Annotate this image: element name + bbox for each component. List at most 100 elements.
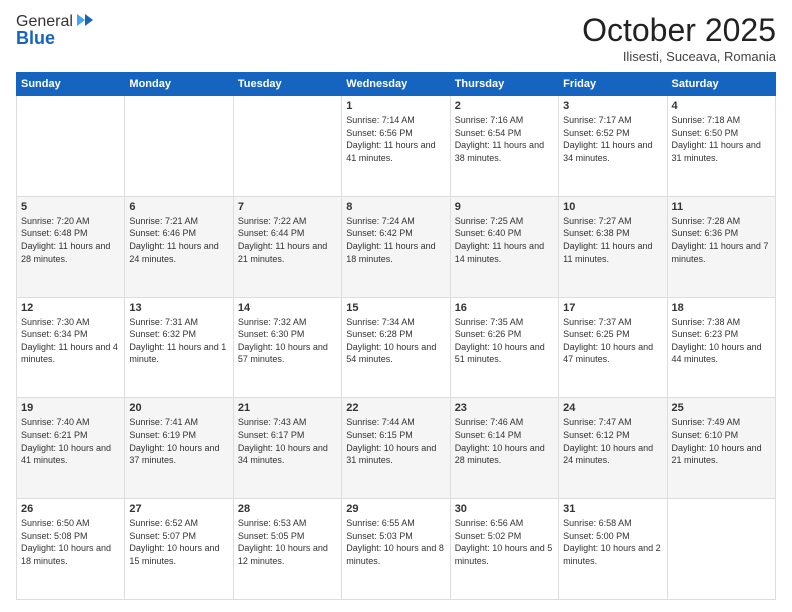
calendar-table: SundayMondayTuesdayWednesdayThursdayFrid…: [16, 72, 776, 600]
day-info: Sunrise: 7:30 AM Sunset: 6:34 PM Dayligh…: [21, 316, 120, 366]
day-number: 4: [672, 100, 771, 112]
calendar-cell: 9Sunrise: 7:25 AM Sunset: 6:40 PM Daylig…: [450, 196, 558, 297]
calendar-cell: 7Sunrise: 7:22 AM Sunset: 6:44 PM Daylig…: [233, 196, 341, 297]
day-info: Sunrise: 7:18 AM Sunset: 6:50 PM Dayligh…: [672, 114, 771, 164]
day-info: Sunrise: 7:35 AM Sunset: 6:26 PM Dayligh…: [455, 316, 554, 366]
calendar-cell: 5 Sunrise: 7:20 AM Sunset: 6:48 PM Daylig…: [17, 196, 125, 297]
day-number: 27: [129, 503, 228, 515]
day-info: Sunrise: 7:27 AM Sunset: 6:38 PM Dayligh…: [563, 215, 662, 265]
calendar-cell: 27 Sunrise: 6:52 AM Sunset: 5:07 PM Dayli…: [125, 499, 233, 600]
day-info: Sunrise: 7:37 AM Sunset: 6:25 PM Dayligh…: [563, 316, 662, 366]
day-info: Sunrise: 7:20 AM Sunset: 6:48 PM Dayligh…: [21, 215, 120, 265]
day-number: 19: [21, 402, 120, 414]
day-info: Sunrise: 7:47 AM Sunset: 6:12 PM Dayligh…: [563, 416, 662, 466]
title-area: October 2025 Ilisesti, Suceava, Romania: [582, 12, 776, 64]
calendar-week-row: 12 Sunrise: 7:30 AM Sunset: 6:34 PM Dayli…: [17, 297, 776, 398]
calendar-cell: 19 Sunrise: 7:40 AM Sunset: 6:21 PM Dayli…: [17, 398, 125, 499]
day-number: 13: [129, 302, 228, 314]
day-info: Sunrise: 7:44 AM Sunset: 6:15 PM Dayligh…: [346, 416, 445, 466]
day-number: 31: [563, 503, 662, 515]
calendar-cell: 20 Sunrise: 7:41 AM Sunset: 6:19 PM Dayli…: [125, 398, 233, 499]
day-number: 21: [238, 402, 337, 414]
day-info: Sunrise: 7:17 AM Sunset: 6:52 PM Dayligh…: [563, 114, 662, 164]
day-info: Sunrise: 7:32 AM Sunset: 6:30 PM Dayligh…: [238, 316, 337, 366]
calendar-cell: 23 Sunrise: 7:46 AM Sunset: 6:14 PM Dayli…: [450, 398, 558, 499]
day-number: 20: [129, 402, 228, 414]
day-info: Sunrise: 7:24 AM Sunset: 6:42 PM Dayligh…: [346, 215, 445, 265]
day-number: 9: [455, 201, 554, 213]
calendar-cell: 26 Sunrise: 6:50 AM Sunset: 5:08 PM Dayli…: [17, 499, 125, 600]
day-info: Sunrise: 6:56 AM Sunset: 5:02 PM Dayligh…: [455, 517, 554, 567]
day-number: 7: [238, 201, 337, 213]
day-info: Sunrise: 7:46 AM Sunset: 6:14 PM Dayligh…: [455, 416, 554, 466]
day-number: 25: [672, 402, 771, 414]
day-info: Sunrise: 7:40 AM Sunset: 6:21 PM Dayligh…: [21, 416, 120, 466]
calendar-cell: 6Sunrise: 7:21 AM Sunset: 6:46 PM Daylig…: [125, 196, 233, 297]
calendar-week-row: 19 Sunrise: 7:40 AM Sunset: 6:21 PM Dayli…: [17, 398, 776, 499]
day-info: Sunrise: 6:55 AM Sunset: 5:03 PM Dayligh…: [346, 517, 445, 567]
calendar-cell: 22 Sunrise: 7:44 AM Sunset: 6:15 PM Dayli…: [342, 398, 450, 499]
calendar-cell: 31Sunrise: 6:58 AM Sunset: 5:00 PM Dayli…: [559, 499, 667, 600]
day-number: 30: [455, 503, 554, 515]
calendar-cell: 12 Sunrise: 7:30 AM Sunset: 6:34 PM Dayli…: [17, 297, 125, 398]
calendar-cell: 18 Sunrise: 7:38 AM Sunset: 6:23 PM Dayli…: [667, 297, 775, 398]
weekday-header: Wednesday: [342, 73, 450, 96]
calendar-cell: 8 Sunrise: 7:24 AM Sunset: 6:42 PM Daylig…: [342, 196, 450, 297]
day-number: 23: [455, 402, 554, 414]
day-info: Sunrise: 7:41 AM Sunset: 6:19 PM Dayligh…: [129, 416, 228, 466]
calendar-cell: 3 Sunrise: 7:17 AM Sunset: 6:52 PM Daylig…: [559, 96, 667, 197]
calendar-cell: 29Sunrise: 6:55 AM Sunset: 5:03 PM Dayli…: [342, 499, 450, 600]
weekday-header: Friday: [559, 73, 667, 96]
calendar-cell: 15 Sunrise: 7:34 AM Sunset: 6:28 PM Dayli…: [342, 297, 450, 398]
day-number: 8: [346, 201, 445, 213]
weekday-header: Sunday: [17, 73, 125, 96]
calendar-cell: [17, 96, 125, 197]
calendar-cell: 17 Sunrise: 7:37 AM Sunset: 6:25 PM Dayli…: [559, 297, 667, 398]
calendar-week-row: 26 Sunrise: 6:50 AM Sunset: 5:08 PM Dayli…: [17, 499, 776, 600]
day-info: Sunrise: 7:34 AM Sunset: 6:28 PM Dayligh…: [346, 316, 445, 366]
day-info: Sunrise: 6:53 AM Sunset: 5:05 PM Dayligh…: [238, 517, 337, 567]
day-number: 15: [346, 302, 445, 314]
calendar-cell: 11 Sunrise: 7:28 AM Sunset: 6:36 PM Dayli…: [667, 196, 775, 297]
day-number: 26: [21, 503, 120, 515]
day-number: 14: [238, 302, 337, 314]
calendar-week-row: 1 Sunrise: 7:14 AM Sunset: 6:56 PM Daylig…: [17, 96, 776, 197]
day-number: 24: [563, 402, 662, 414]
day-number: 1: [346, 100, 445, 112]
weekday-header: Tuesday: [233, 73, 341, 96]
day-number: 11: [672, 201, 771, 213]
calendar-cell: 30 Sunrise: 6:56 AM Sunset: 5:02 PM Dayli…: [450, 499, 558, 600]
calendar-cell: [233, 96, 341, 197]
day-number: 5: [21, 201, 120, 213]
calendar-cell: 25Sunrise: 7:49 AM Sunset: 6:10 PM Dayli…: [667, 398, 775, 499]
calendar-cell: [667, 499, 775, 600]
day-info: Sunrise: 7:14 AM Sunset: 6:56 PM Dayligh…: [346, 114, 445, 164]
logo: General Blue: [16, 12, 95, 49]
calendar-cell: 24 Sunrise: 7:47 AM Sunset: 6:12 PM Dayli…: [559, 398, 667, 499]
day-number: 22: [346, 402, 445, 414]
day-info: Sunrise: 7:28 AM Sunset: 6:36 PM Dayligh…: [672, 215, 771, 265]
calendar-cell: 14 Sunrise: 7:32 AM Sunset: 6:30 PM Dayli…: [233, 297, 341, 398]
logo-flag-icon: [75, 12, 95, 32]
day-number: 17: [563, 302, 662, 314]
day-info: Sunrise: 7:43 AM Sunset: 6:17 PM Dayligh…: [238, 416, 337, 466]
calendar-cell: 16Sunrise: 7:35 AM Sunset: 6:26 PM Dayli…: [450, 297, 558, 398]
calendar-cell: 1 Sunrise: 7:14 AM Sunset: 6:56 PM Daylig…: [342, 96, 450, 197]
day-number: 10: [563, 201, 662, 213]
day-info: Sunrise: 7:38 AM Sunset: 6:23 PM Dayligh…: [672, 316, 771, 366]
day-number: 12: [21, 302, 120, 314]
day-info: Sunrise: 6:52 AM Sunset: 5:07 PM Dayligh…: [129, 517, 228, 567]
calendar-cell: 21 Sunrise: 7:43 AM Sunset: 6:17 PM Dayli…: [233, 398, 341, 499]
page: General Blue October 2025 Ilisesti, Suce…: [0, 0, 792, 612]
day-number: 18: [672, 302, 771, 314]
day-info: Sunrise: 7:16 AM Sunset: 6:54 PM Dayligh…: [455, 114, 554, 164]
day-number: 2: [455, 100, 554, 112]
day-number: 3: [563, 100, 662, 112]
day-info: Sunrise: 7:31 AM Sunset: 6:32 PM Dayligh…: [129, 316, 228, 366]
calendar-cell: 13 Sunrise: 7:31 AM Sunset: 6:32 PM Dayli…: [125, 297, 233, 398]
weekday-header-row: SundayMondayTuesdayWednesdayThursdayFrid…: [17, 73, 776, 96]
calendar-cell: 10 Sunrise: 7:27 AM Sunset: 6:38 PM Dayli…: [559, 196, 667, 297]
header: General Blue October 2025 Ilisesti, Suce…: [16, 12, 776, 64]
day-info: Sunrise: 6:50 AM Sunset: 5:08 PM Dayligh…: [21, 517, 120, 567]
day-number: 28: [238, 503, 337, 515]
